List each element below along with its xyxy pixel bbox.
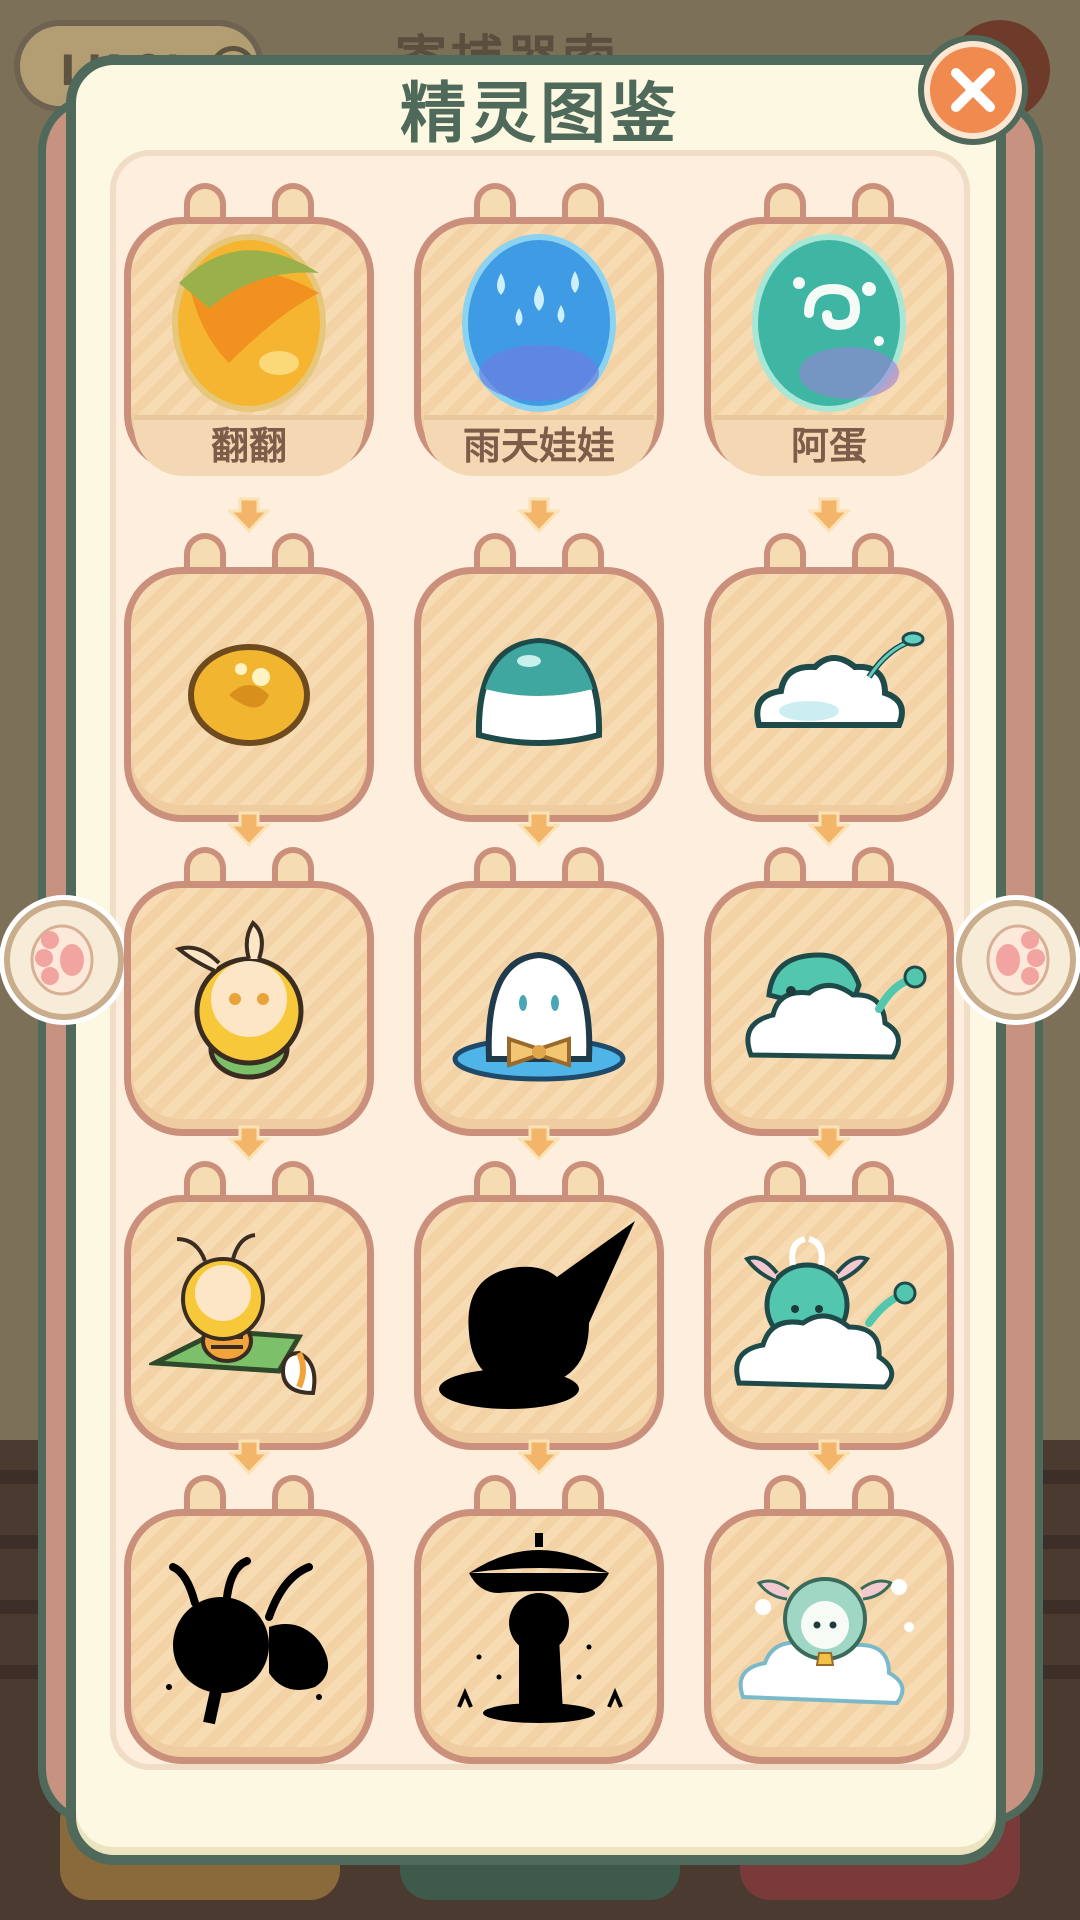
ghost-bowtie-icon — [452, 951, 626, 1082]
jelly-dome-icon — [475, 637, 603, 746]
next-page-button[interactable] — [956, 900, 1076, 1020]
spirit-card[interactable] — [124, 829, 374, 1149]
close-icon — [951, 68, 995, 112]
previous-page-button[interactable] — [4, 900, 124, 1020]
swirl-egg-icon — [752, 234, 906, 412]
spirit-card[interactable] — [704, 829, 954, 1149]
egg-card-adan[interactable]: 阿蛋 — [704, 165, 954, 485]
cloud-goat-icon — [734, 1236, 917, 1390]
close-button[interactable] — [918, 35, 1028, 145]
panel-title: 精灵图鉴 — [400, 75, 680, 152]
egg-card-rainy-doll[interactable]: 雨天娃娃 — [414, 165, 664, 485]
leaf-egg-icon — [172, 234, 326, 412]
cloud-sprout-icon — [754, 631, 925, 728]
golden-seed-icon — [188, 644, 310, 746]
egg-card-fanfan[interactable]: 翻翻 — [124, 165, 374, 485]
spirit-card[interactable] — [124, 1143, 374, 1463]
spirit-card[interactable] — [704, 515, 954, 835]
bee-on-leaf-icon — [145, 1233, 317, 1396]
paw-left-icon — [30, 924, 94, 996]
spirit-card[interactable] — [414, 515, 664, 835]
paw-right-icon — [986, 924, 1050, 996]
witch-hat-silhouette-icon — [439, 1221, 635, 1409]
raindrop-egg-icon — [462, 234, 616, 412]
spirit-card-locked[interactable] — [414, 1143, 664, 1463]
spirit-card[interactable] — [704, 1143, 954, 1463]
spirit-card[interactable] — [704, 1457, 954, 1777]
bug-silhouette-icon — [166, 1557, 329, 1725]
egg-name-label: 雨天娃娃 — [424, 415, 654, 476]
spirit-card[interactable] — [124, 515, 374, 835]
cloud-bird-icon — [745, 952, 927, 1060]
egg-name-label: 阿蛋 — [714, 415, 944, 476]
spirit-card[interactable] — [414, 829, 664, 1149]
spirit-card-locked[interactable] — [414, 1457, 664, 1777]
umbrella-figure-silhouette-icon — [457, 1533, 623, 1723]
spirit-card-locked[interactable] — [124, 1457, 374, 1777]
egg-name-label: 翻翻 — [134, 415, 364, 476]
cloud-goat-bell-icon — [738, 1577, 914, 1706]
fluffy-sprout-icon — [174, 919, 304, 1080]
